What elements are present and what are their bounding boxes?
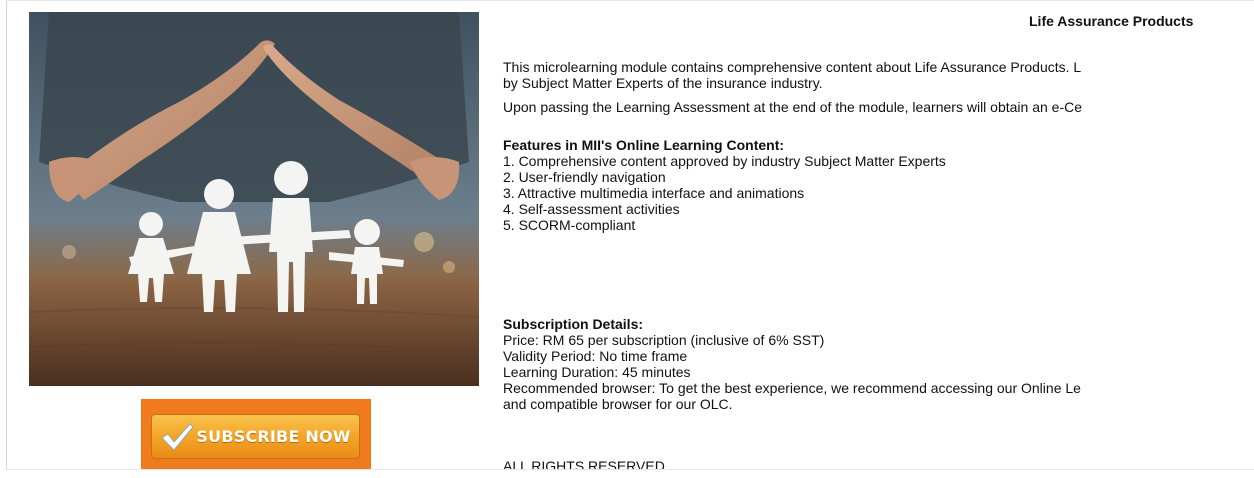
features-list-item: 4. Self-assessment activities (503, 201, 680, 217)
features-list-item: 1. Comprehensive content approved by ind… (503, 153, 946, 169)
recommended-browser-line-1: Recommended browser: To get the best exp… (503, 380, 1081, 396)
intro-paragraph: This microlearning module contains compr… (503, 59, 1081, 91)
subscribe-now-label: SUBSCRIBE NOW (196, 427, 351, 446)
checkmark-icon (161, 422, 195, 451)
page-title: Life Assurance Products (1029, 13, 1194, 29)
subscription-details-section: Subscription Details: Price: RM 65 per s… (503, 316, 1081, 412)
product-image (29, 12, 479, 386)
subscribe-button-frame: SUBSCRIBE NOW (141, 399, 371, 469)
subscription-validity: Validity Period: No time frame (503, 348, 688, 364)
features-section: Features in MII's Online Learning Conten… (503, 137, 946, 233)
intro-line-2: by Subject Matter Experts of the insuran… (503, 75, 823, 91)
intro-line-1: This microlearning module contains compr… (503, 59, 1082, 75)
subscription-price: Price: RM 65 per subscription (inclusive… (503, 332, 825, 348)
family-under-roof-illustration (29, 12, 479, 386)
subscription-duration: Learning Duration: 45 minutes (503, 364, 691, 380)
subscription-heading: Subscription Details: (503, 316, 644, 332)
recommended-browser-line-2: and compatible browser for our OLC. (503, 396, 733, 412)
product-panel: SUBSCRIBE NOW Life Assurance Products Th… (6, 0, 1254, 470)
features-list-item: 2. User-friendly navigation (503, 169, 666, 185)
features-list-item: 3. Attractive multimedia interface and a… (503, 185, 805, 201)
subscribe-now-button[interactable]: SUBSCRIBE NOW (151, 414, 360, 459)
certificate-note: Upon passing the Learning Assessment at … (503, 99, 1083, 115)
features-list-item: 5. SCORM-compliant (503, 217, 636, 233)
features-heading: Features in MII's Online Learning Conten… (503, 137, 785, 153)
all-rights-reserved: ALL RIGHTS RESERVED (503, 458, 665, 470)
